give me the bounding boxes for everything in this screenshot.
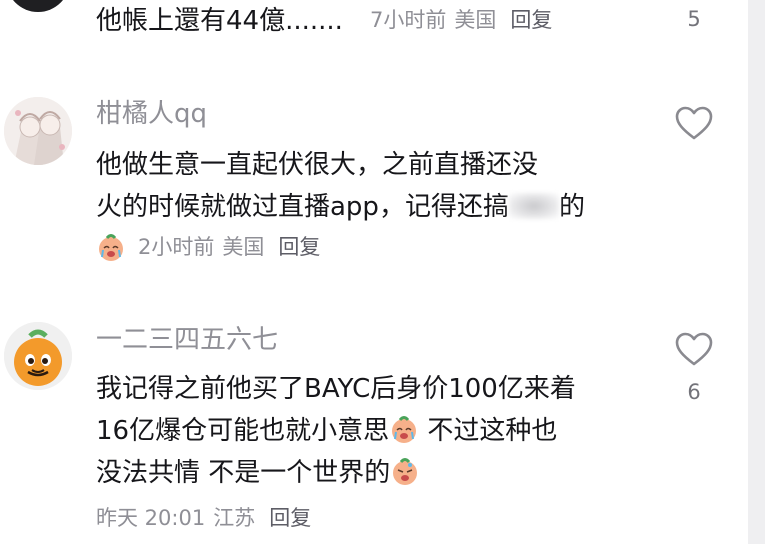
comment-text: 我记得之前他买了BAYC后身价100亿来着 16亿爆仓可能也就小意思 不过这种也… <box>96 368 656 494</box>
scrollbar-track[interactable] <box>748 0 765 544</box>
comment-line: 没法共情 不是一个世界的 <box>96 452 656 494</box>
heart-icon[interactable] <box>674 330 714 370</box>
comment-meta: 2小时前 美国 回复 <box>96 232 320 262</box>
anime-couple-avatar-icon[interactable] <box>4 97 72 165</box>
dark-avatar-icon[interactable] <box>6 0 70 12</box>
comment-time: 昨天 20:01 <box>96 506 206 530</box>
comment-line: 火的时候就做过直播app，记得还搞的 <box>96 192 585 222</box>
like-count: 6 <box>687 380 701 404</box>
like-count: 5 <box>687 7 701 31</box>
comment-line: 他做生意一直起伏很大，之前直播还没 <box>96 150 539 180</box>
comment-meta: 7小时前 美国 回复 <box>370 6 552 34</box>
reply-button[interactable]: 回复 <box>269 504 311 532</box>
crying-peach-emoji <box>392 416 417 443</box>
comment-text: 他做生意一直起伏很大，之前直播还没 火的时候就做过直播app，记得还搞的 <box>96 144 656 228</box>
comment-line: 我记得之前他买了BAYC后身价100亿来着 <box>96 374 576 404</box>
orange-fruit-avatar-icon[interactable] <box>4 322 72 390</box>
comment-line: 16亿爆仓可能也就小意思 不过这种也 <box>96 416 558 446</box>
comment-location: 美国 <box>222 235 265 259</box>
reply-button[interactable]: 回复 <box>278 233 320 261</box>
crying-peach-emoji <box>99 234 123 261</box>
heart-icon[interactable] <box>674 104 714 144</box>
comment-username[interactable]: 一二三四五六七 <box>96 324 278 356</box>
sad-peach-emoji <box>393 458 418 485</box>
comment-time: 7小时前 <box>370 8 447 32</box>
comment-location: 江苏 <box>213 506 256 530</box>
comment-meta: 昨天 20:01 江苏 回复 <box>96 504 311 532</box>
comment-username[interactable]: 柑橘人qq <box>96 98 207 130</box>
reply-button[interactable]: 回复 <box>510 6 552 34</box>
comment-location: 美国 <box>454 8 497 32</box>
comment-time: 2小时前 <box>138 235 215 259</box>
blurred-text <box>508 193 559 219</box>
